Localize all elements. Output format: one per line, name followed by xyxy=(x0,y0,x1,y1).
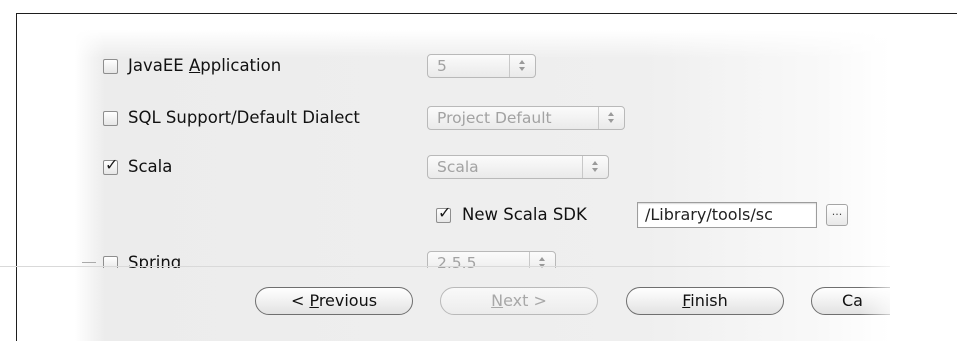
right-fade xyxy=(860,30,900,341)
wizard-footer: < Previous Next > Finish Ca xyxy=(0,0,890,341)
previous-button[interactable]: < Previous xyxy=(255,287,413,315)
next-button[interactable]: Next > xyxy=(440,287,598,315)
finish-button[interactable]: Finish xyxy=(626,287,784,315)
screenshot-frame: JavaEE Application 5 SQL Support/Default… xyxy=(0,0,957,341)
